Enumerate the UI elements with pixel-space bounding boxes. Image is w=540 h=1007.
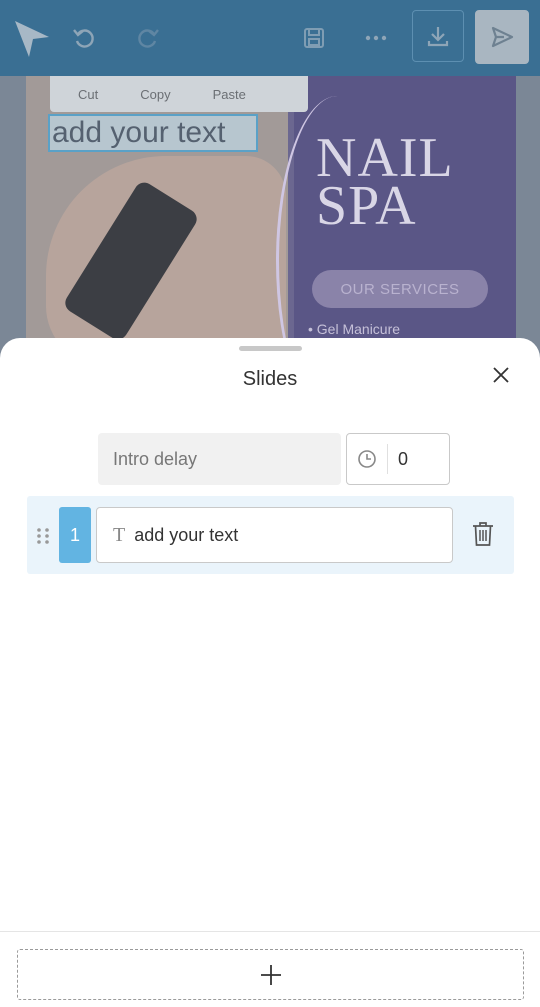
slide-row: 1 T add your text [27, 496, 514, 574]
add-slide-button[interactable] [17, 949, 524, 1000]
close-icon [493, 367, 509, 383]
sheet-title: Slides [242, 368, 298, 390]
context-cut[interactable]: Cut [78, 87, 98, 102]
intro-delay-input[interactable]: 0 [346, 433, 450, 485]
context-menu: Cut Copy Paste [50, 76, 308, 112]
selected-text-element[interactable]: add your text [48, 114, 258, 152]
delete-slide-button[interactable] [472, 521, 494, 552]
sheet-drag-handle[interactable] [239, 346, 302, 351]
send-icon [491, 26, 514, 48]
download-icon [427, 27, 449, 47]
design-headline: NAIL SPA [316, 127, 452, 237]
top-toolbar [0, 0, 540, 76]
more-horizontal-icon[interactable] [362, 24, 390, 52]
footer-divider [0, 931, 540, 932]
close-button[interactable] [488, 362, 514, 388]
context-paste[interactable]: Paste [213, 87, 246, 102]
text-type-icon: T [113, 523, 126, 546]
redo-icon[interactable] [134, 24, 162, 52]
intro-delay-label: Intro delay [98, 433, 341, 485]
slide-number-badge: 1 [59, 507, 91, 563]
undo-icon[interactable] [70, 24, 98, 52]
plus-icon [260, 964, 281, 985]
context-copy[interactable]: Copy [140, 87, 170, 102]
slides-sheet: Slides Intro delay 0 1 T add your text [0, 338, 540, 1007]
design-services-button: OUR SERVICES [312, 270, 488, 308]
slide-text-input[interactable]: T add your text [96, 507, 453, 563]
save-icon[interactable] [300, 24, 328, 52]
download-button[interactable] [412, 10, 464, 62]
send-button[interactable] [475, 10, 529, 64]
drag-handle-icon[interactable] [36, 527, 50, 550]
slide-text-value: add your text [134, 524, 239, 545]
design-bullet: • Gel Manicure [308, 321, 401, 337]
trash-icon [473, 522, 493, 546]
logo-arrow-icon[interactable] [12, 16, 52, 60]
clock-icon [347, 444, 388, 474]
intro-delay-value: 0 [398, 448, 409, 469]
